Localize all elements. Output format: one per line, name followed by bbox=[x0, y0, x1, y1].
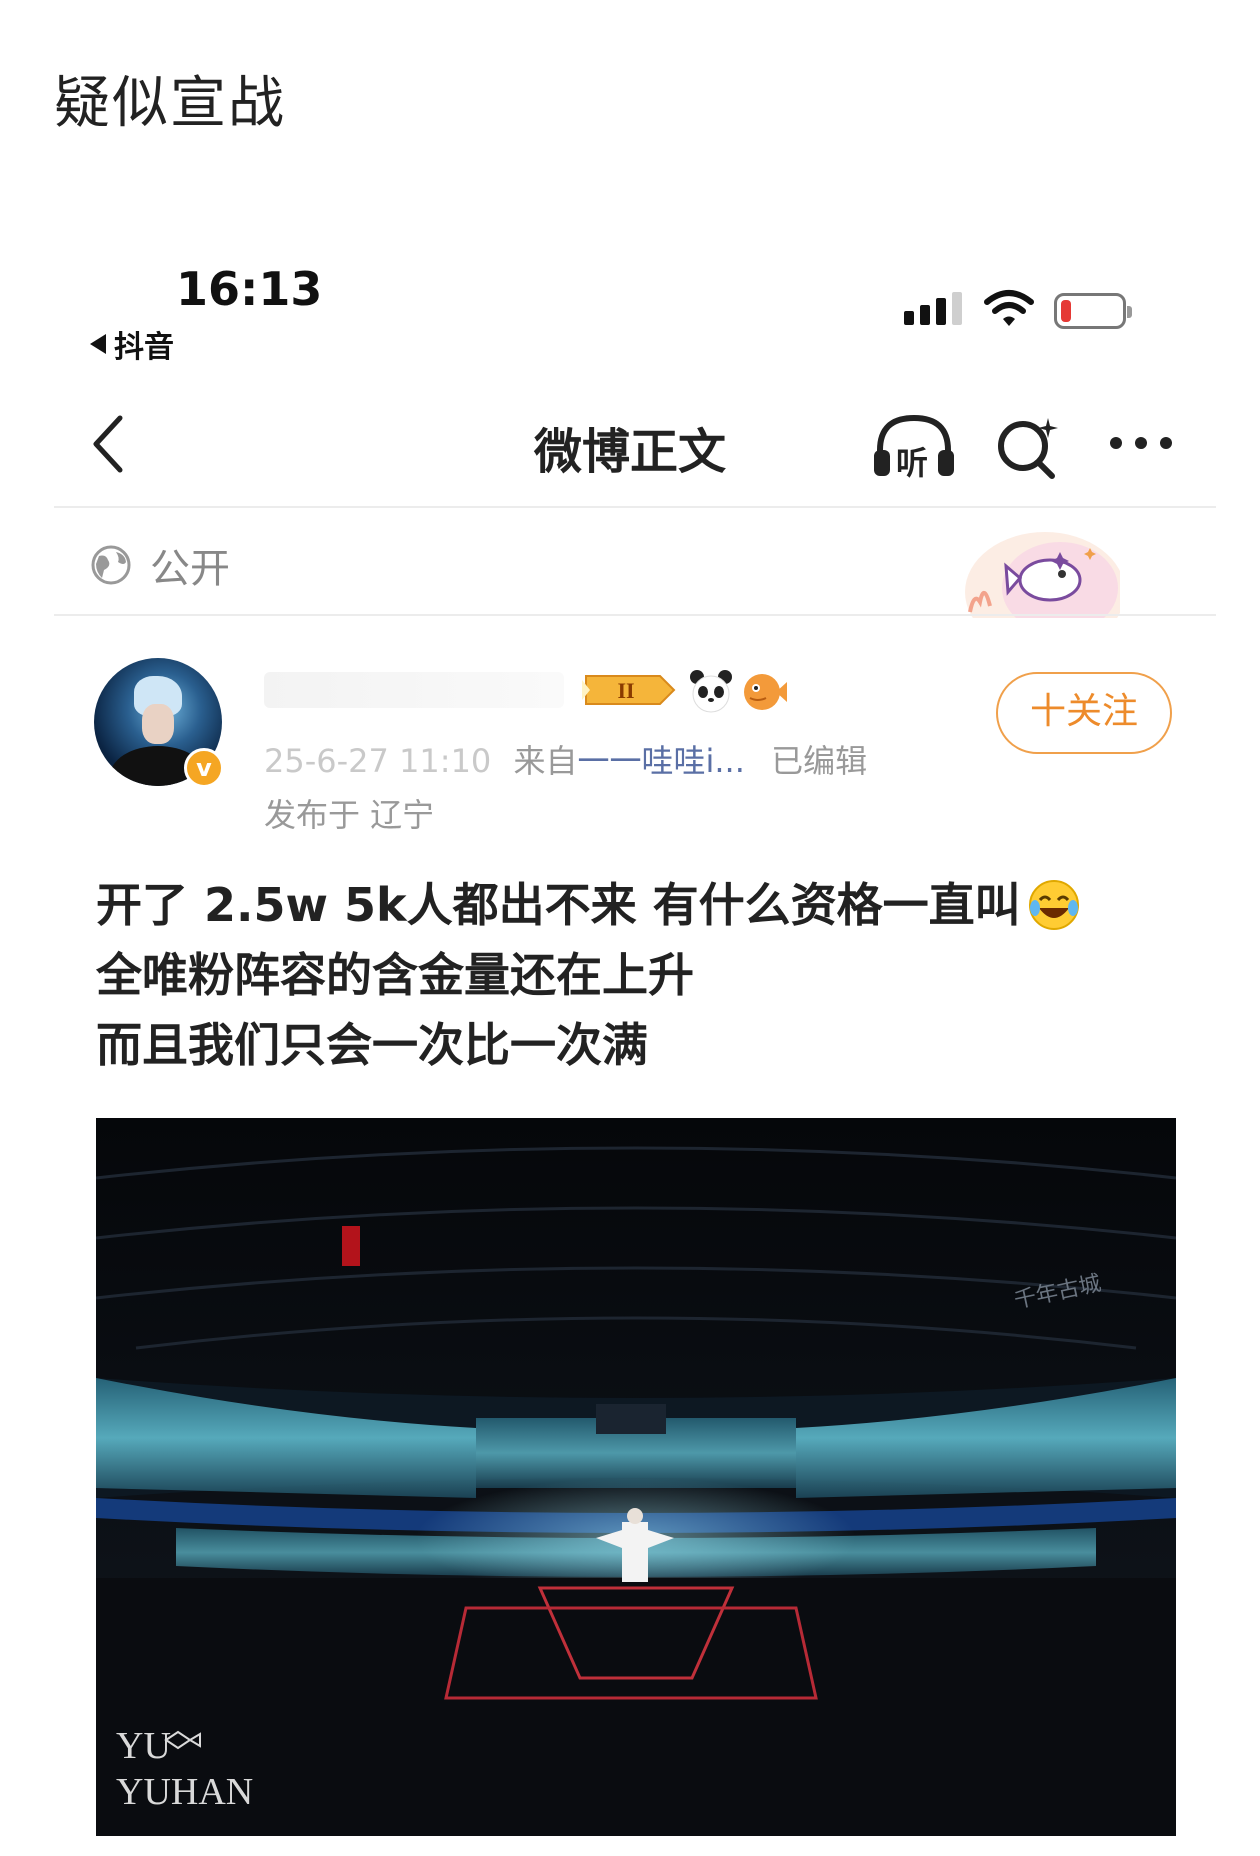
post-line: 开了 2.5w 5k人都出不来 有什么资格一直叫 bbox=[96, 870, 1081, 940]
post-photo[interactable]: 千年古城 YU YUHAN bbox=[96, 1118, 1176, 1836]
globe-icon bbox=[91, 545, 131, 585]
post-body: 开了 2.5w 5k人都出不来 有什么资格一直叫 全唯粉阵容的含金量还在上升 而… bbox=[96, 870, 1081, 1080]
divider bbox=[54, 506, 1216, 508]
source-prefix: 来自 bbox=[513, 742, 578, 780]
more-icon[interactable] bbox=[1108, 428, 1174, 458]
post-location: 发布于 辽宁 bbox=[264, 796, 435, 834]
signal-icon bbox=[904, 292, 962, 325]
laughing-crying-emoji bbox=[1028, 880, 1079, 930]
post-date: 25-6-27 11:10 bbox=[264, 742, 492, 780]
post-line: 全唯粉阵容的含金量还在上升 bbox=[96, 948, 694, 1002]
back-app-label: 抖音 bbox=[114, 330, 174, 365]
visibility-indicator: 公开 bbox=[90, 536, 230, 594]
listen-button[interactable]: 听 bbox=[872, 410, 956, 482]
listen-label: 听 bbox=[896, 444, 929, 482]
back-triangle-icon bbox=[90, 334, 106, 354]
level-badge: II bbox=[582, 675, 676, 705]
page-title: 微博正文 bbox=[533, 424, 726, 480]
back-to-app-button[interactable]: 抖音 bbox=[90, 322, 174, 366]
post-line: 而且我们只会一次比一次满 bbox=[96, 1018, 648, 1072]
follow-button[interactable]: 十关注 bbox=[996, 672, 1172, 754]
divider bbox=[54, 614, 1216, 616]
post-meta: 25-6-27 11:10 来自一一哇哇i... 已编辑 bbox=[264, 736, 867, 782]
search-icon[interactable] bbox=[992, 412, 1062, 482]
watermark-line2: YUHAN bbox=[116, 1771, 253, 1813]
visibility-label: 公开 bbox=[150, 546, 230, 592]
battery-icon bbox=[1054, 293, 1132, 329]
fish-icon bbox=[744, 674, 787, 710]
edited-label[interactable]: 已编辑 bbox=[771, 742, 867, 780]
username-blurred[interactable] bbox=[264, 672, 564, 708]
watermark-line1: YU bbox=[116, 1725, 171, 1767]
verified-badge: v bbox=[184, 748, 224, 788]
fish-sticker-decoration bbox=[965, 532, 1120, 618]
post-caption: 疑似宣战 bbox=[54, 71, 286, 136]
status-time: 16:13 bbox=[176, 262, 323, 316]
level-badge-text: II bbox=[617, 678, 634, 703]
concert-photo: 千年古城 YU YUHAN bbox=[96, 1118, 1176, 1836]
wifi-icon bbox=[984, 290, 1034, 326]
panda-icon bbox=[690, 670, 732, 713]
source-link[interactable]: 一一哇哇i... bbox=[577, 742, 744, 780]
